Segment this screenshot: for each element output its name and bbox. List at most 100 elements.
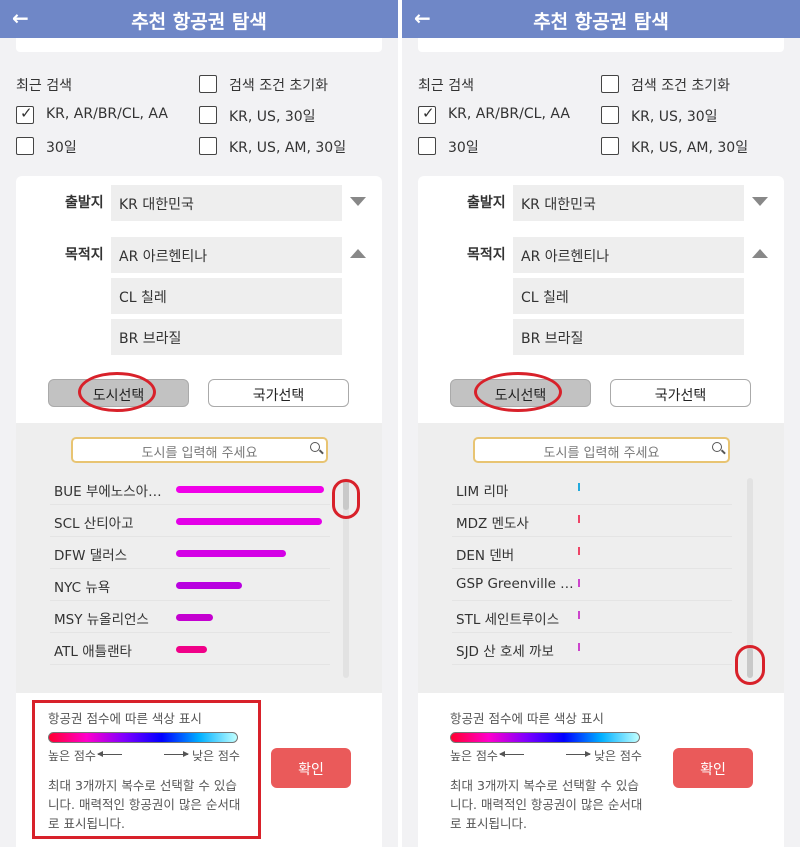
legend-title: 항공권 점수에 따른 색상 표시 [48, 711, 202, 726]
recent-search-label: 최근 검색 [418, 78, 474, 94]
highlight-oval [78, 372, 156, 412]
city-name: ATL 애틀랜타 [54, 644, 132, 660]
arrow-left-icon [499, 751, 524, 757]
search-card: 출발지 KR 대한민국 목적지 AR 아르헨티나 CL 칠레 BR 브라질 도시… [16, 176, 382, 847]
dropdown-arrow-icon[interactable] [752, 197, 768, 206]
highlight-oval-scroll [735, 645, 765, 685]
legend-low: 낮은 점수 [594, 749, 642, 763]
legend-note: 최대 3개까지 복수로 선택할 수 있습니다. 매력적인 항공권이 많은 순서대… [450, 778, 643, 831]
city-list-item[interactable]: SJD 산 호세 까보 [452, 635, 732, 665]
departure-field[interactable]: KR 대한민국 [111, 185, 342, 221]
recent-option-4[interactable]: KR, US, AM, 30일 [229, 137, 346, 157]
search-placeholder: 도시를 입력해 주세요 [543, 446, 660, 461]
page-title: 추천 항공권 탐색 [533, 11, 669, 33]
score-bar [176, 518, 322, 525]
destination-label: 목적지 [65, 247, 104, 263]
score-tick [578, 579, 580, 587]
recent-option-1[interactable]: KR, AR/BR/CL, AA [46, 106, 168, 122]
recent-option-3[interactable]: 30일 [448, 137, 479, 157]
destination-field-3[interactable]: BR 브라질 [513, 319, 744, 355]
confirm-button[interactable]: 확인 [673, 748, 753, 788]
score-gradient [450, 732, 640, 743]
city-list-item[interactable]: MSY 뉴올리언스 [50, 603, 330, 633]
city-name: NYC 뉴욕 [54, 580, 111, 596]
search-placeholder: 도시를 입력해 주세요 [141, 446, 258, 461]
city-list-item[interactable]: SCL 산티아고 [50, 507, 330, 537]
score-bar [176, 486, 324, 493]
recent-checkbox-1[interactable]: ✓ [16, 104, 34, 124]
top-card [418, 38, 784, 52]
reset-checkbox[interactable] [199, 75, 217, 93]
search-icon[interactable] [712, 442, 722, 452]
city-list-item[interactable]: MDZ 멘도사 [452, 507, 732, 537]
destination-field-1[interactable]: AR 아르헨티나 [111, 237, 342, 273]
city-list-item[interactable]: DFW 댈러스 [50, 539, 330, 569]
city-name: GSP Greenville … [456, 576, 574, 592]
city-name: LIM 리마 [456, 484, 509, 500]
destination-field-3[interactable]: BR 브라질 [111, 319, 342, 355]
checkmark-icon: ✓ [20, 104, 33, 122]
legend-note: 최대 3개까지 복수로 선택할 수 있습니다. 매력적인 항공권이 많은 순서대… [48, 778, 241, 831]
city-name: SJD 산 호세 까보 [456, 644, 554, 660]
country-select-button[interactable]: 국가선택 [208, 379, 349, 407]
checkmark-icon: ✓ [422, 104, 435, 122]
city-name: DFW 댈러스 [54, 548, 128, 564]
recent-checkbox-2[interactable] [601, 106, 619, 124]
score-tick [578, 643, 580, 651]
score-gradient [48, 732, 238, 743]
dropdown-arrow-icon[interactable] [350, 197, 366, 206]
recent-checkbox-2[interactable] [199, 106, 217, 124]
city-search-input[interactable]: 도시를 입력해 주세요 [473, 437, 730, 463]
recent-checkbox-4[interactable] [601, 137, 619, 155]
city-list-item[interactable]: STL 세인트루이스 [452, 603, 732, 633]
recent-option-1[interactable]: KR, AR/BR/CL, AA [448, 106, 570, 122]
city-list-item[interactable]: ATL 애틀랜타 [50, 635, 330, 665]
recent-checkbox-4[interactable] [199, 137, 217, 155]
recent-option-2[interactable]: KR, US, 30일 [631, 106, 718, 126]
app-header: ← 추천 항공권 탐색 [0, 0, 398, 38]
recent-search-label: 최근 검색 [16, 78, 72, 94]
destination-field-1[interactable]: AR 아르헨티나 [513, 237, 744, 273]
destination-field-2[interactable]: CL 칠레 [513, 278, 744, 314]
score-bar [176, 582, 242, 589]
city-list-item[interactable]: DEN 덴버 [452, 539, 732, 569]
score-tick [578, 547, 580, 555]
arrow-right-icon [164, 751, 189, 757]
search-icon[interactable] [310, 442, 320, 452]
departure-label: 출발지 [467, 195, 506, 211]
city-list-item[interactable]: BUE 부에노스아… [50, 475, 330, 505]
city-name: SCL 산티아고 [54, 516, 134, 532]
score-bar [176, 614, 213, 621]
city-list-area: 도시를 입력해 주세요 LIM 리마 MDZ 멘도사 DEN 덴버 GSP Green… [418, 423, 784, 693]
departure-label: 출발지 [65, 195, 104, 211]
city-list-item[interactable]: LIM 리마 [452, 475, 732, 505]
collapse-arrow-icon[interactable] [752, 249, 768, 258]
recent-option-3[interactable]: 30일 [46, 137, 77, 157]
legend-title: 항공권 점수에 따른 색상 표시 [450, 711, 604, 726]
recent-checkbox-3[interactable] [418, 137, 436, 155]
legend-low: 낮은 점수 [192, 749, 240, 763]
country-select-button[interactable]: 국가선택 [610, 379, 751, 407]
confirm-button[interactable]: 확인 [271, 748, 351, 788]
arrow-left-icon [97, 751, 122, 757]
destination-field-2[interactable]: CL 칠레 [111, 278, 342, 314]
recent-option-4[interactable]: KR, US, AM, 30일 [631, 137, 748, 157]
recent-option-2[interactable]: KR, US, 30일 [229, 106, 316, 126]
recent-checkbox-1[interactable]: ✓ [418, 104, 436, 124]
departure-field[interactable]: KR 대한민국 [513, 185, 744, 221]
city-name: DEN 덴버 [456, 548, 515, 564]
app-header: ← 추천 항공권 탐색 [402, 0, 800, 38]
reset-checkbox[interactable] [601, 75, 619, 93]
reset-label: 검색 조건 초기화 [229, 78, 329, 94]
score-bar [176, 550, 286, 557]
city-list-item[interactable]: NYC 뉴욕 [50, 571, 330, 601]
score-tick [578, 515, 580, 523]
highlight-oval [474, 372, 562, 412]
city-name: MSY 뉴올리언스 [54, 612, 149, 628]
screen-left: ← 추천 항공권 탐색 최근 검색 검색 조건 초기화 ✓ KR, AR/BR/… [0, 0, 398, 847]
recent-checkbox-3[interactable] [16, 137, 34, 155]
city-list-item[interactable]: GSP Greenville … [452, 571, 732, 601]
city-search-input[interactable]: 도시를 입력해 주세요 [71, 437, 328, 463]
collapse-arrow-icon[interactable] [350, 249, 366, 258]
search-card: 출발지 KR 대한민국 목적지 AR 아르헨티나 CL 칠레 BR 브라질 도시… [418, 176, 784, 847]
